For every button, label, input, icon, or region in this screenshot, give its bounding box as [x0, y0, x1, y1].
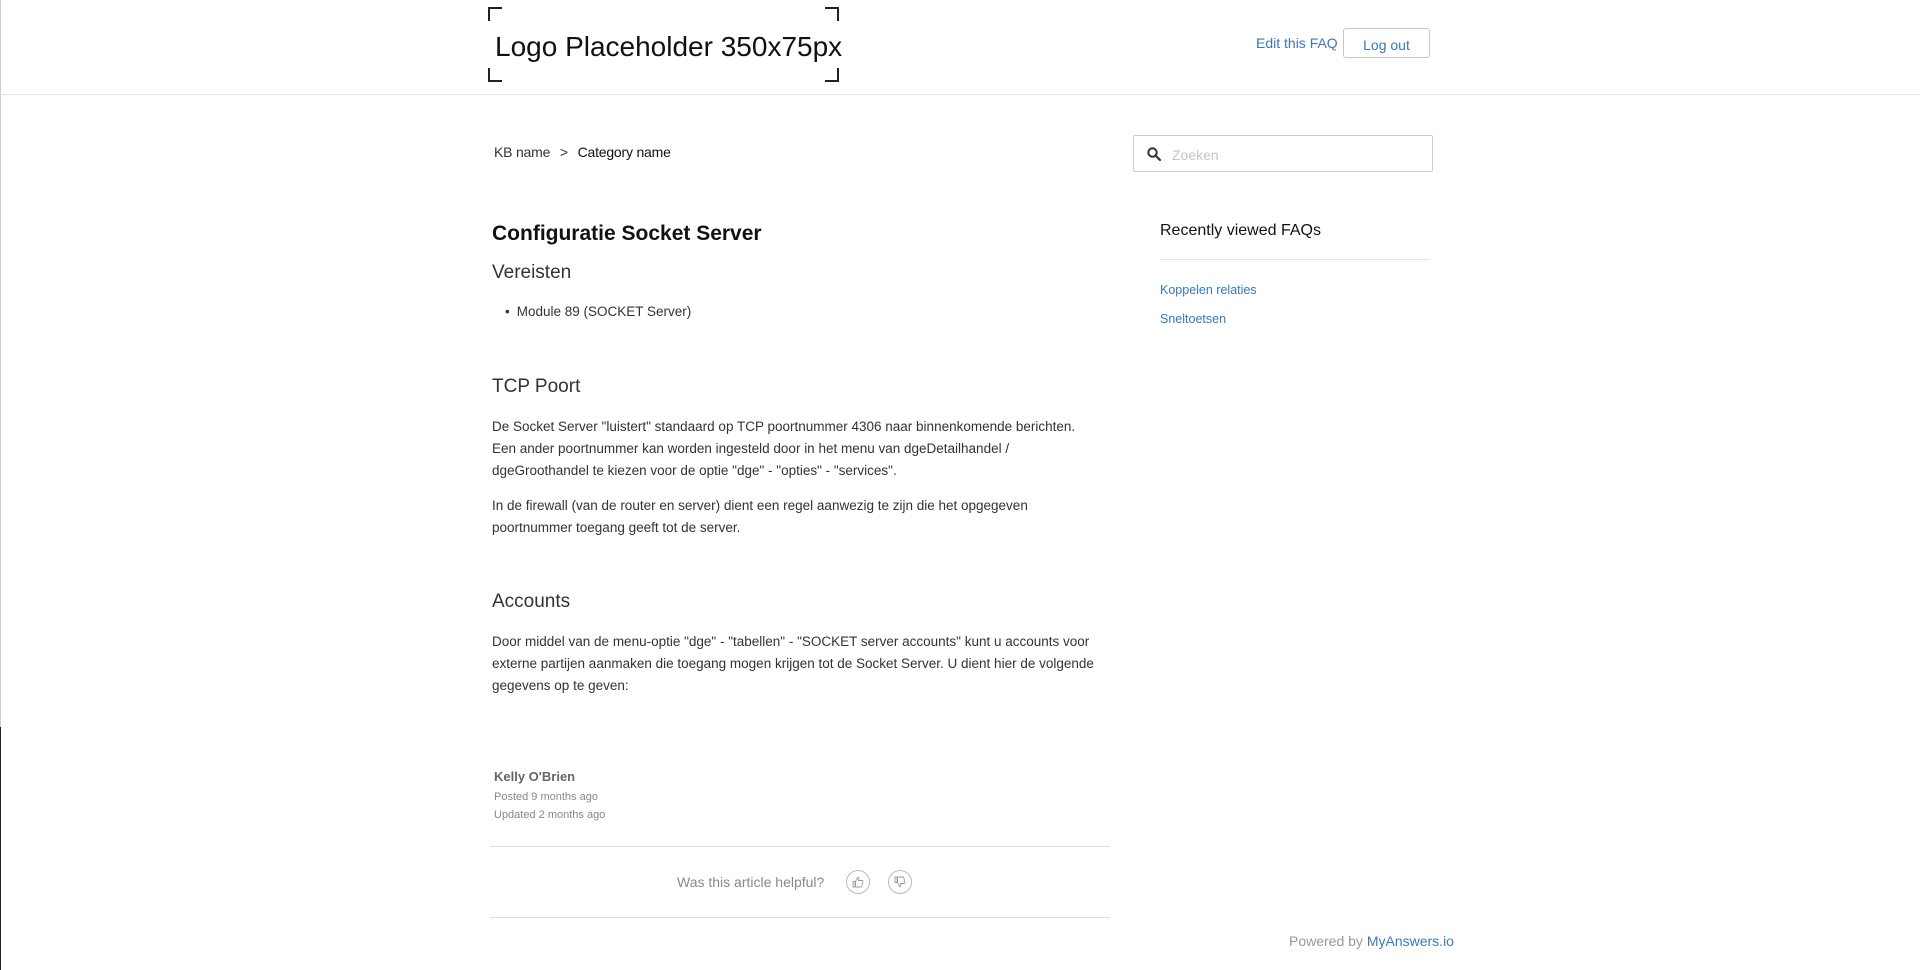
logo-corner-bottom-left	[488, 68, 502, 82]
thumbs-down-icon	[894, 876, 906, 888]
article-title: Configuratie Socket Server	[492, 222, 762, 245]
divider-bottom	[490, 917, 1110, 918]
sidebar-divider	[1160, 259, 1430, 260]
author-name[interactable]: Kelly O'Brien	[494, 769, 575, 784]
breadcrumb-kb-link[interactable]: KB name	[494, 144, 550, 160]
divider-top	[490, 846, 1110, 847]
updated-date: Updated 2 months ago	[494, 809, 606, 821]
breadcrumb-separator: >	[559, 144, 568, 160]
logo-text: Logo Placeholder 350x75px	[495, 31, 843, 62]
powered-by-prefix: Powered by	[1289, 933, 1363, 949]
recent-faq-link[interactable]: Sneltoetsen	[1160, 312, 1226, 326]
requirements-list: Module 89 (SOCKET Server)	[505, 304, 692, 319]
recently-viewed-title: Recently viewed FAQs	[1160, 222, 1321, 239]
paragraph-firewall: In de firewall (van de router en server)…	[492, 498, 1028, 535]
logo-placeholder[interactable]: Logo Placeholder 350x75px	[488, 7, 843, 82]
powered-by: Powered by MyAnswers.io	[1289, 933, 1454, 949]
search-input[interactable]	[1170, 142, 1424, 168]
section-heading-vereisten: Vereisten	[492, 262, 572, 283]
myanswers-link[interactable]: MyAnswers.io	[1367, 933, 1454, 949]
breadcrumb-category[interactable]: Category name	[578, 144, 671, 160]
helpful-question: Was this article helpful?	[677, 874, 825, 890]
thumbs-up-icon	[852, 876, 864, 888]
section-heading-accounts: Accounts	[492, 591, 571, 612]
posted-date: Posted 9 months ago	[494, 791, 598, 803]
list-item: Module 89 (SOCKET Server)	[505, 304, 692, 319]
section-heading-tcp-poort: TCP Poort	[492, 376, 581, 397]
logo-corner-top-right	[825, 7, 839, 21]
edit-faq-link[interactable]: Edit this FAQ	[1256, 35, 1338, 51]
logo-corner-top-left	[488, 7, 502, 21]
thumbs-down-button[interactable]	[888, 870, 912, 894]
left-edge-line	[0, 0, 1, 727]
thumbs-up-button[interactable]	[846, 870, 870, 894]
logout-button[interactable]: Log out	[1343, 28, 1430, 58]
left-edge-dark-line	[0, 727, 1, 970]
paragraph-tcp-poort: De Socket Server "luistert" standaard op…	[492, 419, 1076, 478]
recent-faq-link[interactable]: Koppelen relaties	[1160, 283, 1257, 297]
site-header: Logo Placeholder 350x75px Edit this FAQ …	[0, 0, 1920, 95]
breadcrumb: KB name > Category name	[494, 144, 671, 160]
search-box[interactable]	[1133, 135, 1433, 172]
paragraph-accounts: Door middel van de menu-optie "dge" - "t…	[492, 634, 1094, 693]
logo-corner-bottom-right	[825, 68, 839, 82]
search-icon	[1147, 147, 1162, 162]
